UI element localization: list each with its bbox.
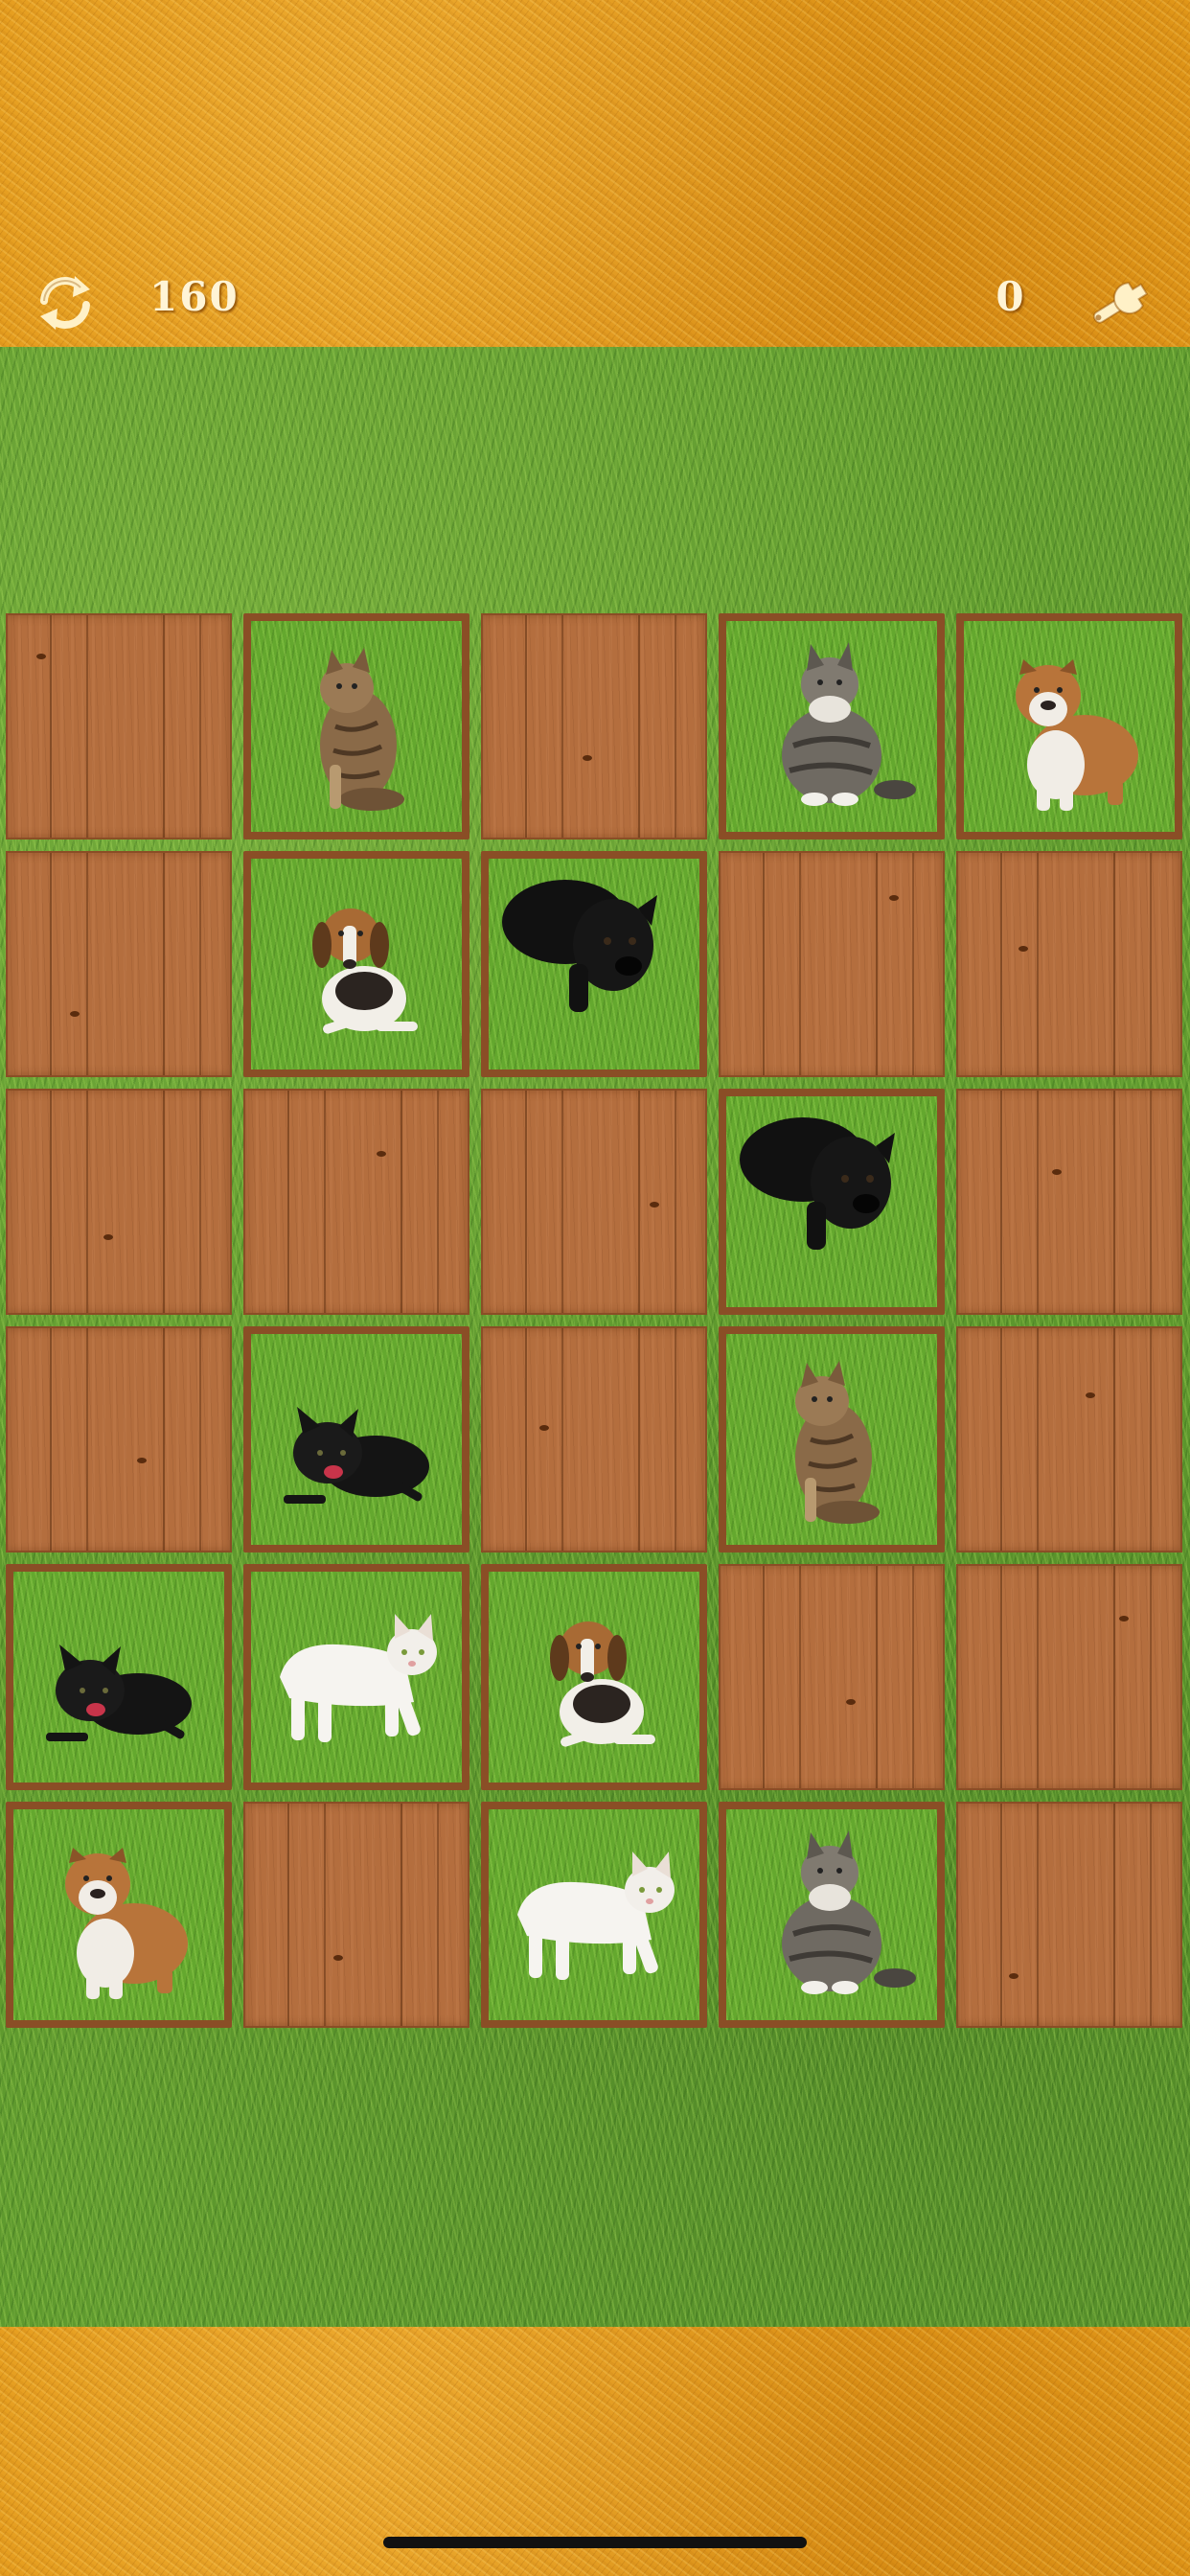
card-face-down[interactable] [956, 1564, 1182, 1790]
card-beagle-puppy[interactable] [481, 1564, 707, 1790]
wood-knot [1018, 946, 1028, 952]
wood-knot [36, 654, 46, 659]
card-face-down[interactable] [956, 1089, 1182, 1315]
wood-knot [1086, 1392, 1095, 1398]
card-maine-coon-cat[interactable] [719, 1802, 945, 2028]
black-kitten-icon [13, 1572, 224, 1782]
white-cat-icon [251, 1572, 462, 1782]
card-beagle-puppy[interactable] [243, 851, 469, 1077]
card-face-down[interactable] [6, 1089, 232, 1315]
card-face-down[interactable] [6, 613, 232, 840]
card-face-down[interactable] [956, 851, 1182, 1077]
card-black-labrador[interactable] [719, 1089, 945, 1315]
bulldog-icon [964, 621, 1175, 832]
game-screen: 160 0 [0, 0, 1190, 2576]
white-cat-icon [489, 1809, 699, 2020]
beagle-puppy-icon [251, 859, 462, 1070]
card-face-down[interactable] [243, 1802, 469, 2028]
card-face-down[interactable] [719, 851, 945, 1077]
card-board [0, 613, 1190, 2032]
wood-knot [650, 1202, 659, 1208]
card-face-down[interactable] [719, 1564, 945, 1790]
moves-counter: 0 [995, 273, 1026, 320]
card-maine-coon-cat[interactable] [719, 613, 945, 840]
wood-knot [889, 895, 899, 901]
wood-knot [1052, 1169, 1062, 1175]
top-hud-bar: 160 0 [0, 0, 1190, 347]
card-black-labrador[interactable] [481, 851, 707, 1077]
card-face-down[interactable] [481, 1326, 707, 1552]
maine-coon-cat-icon [726, 1809, 937, 2020]
maine-coon-cat-icon [726, 621, 937, 832]
score-counter: 160 [149, 273, 240, 320]
home-indicator [383, 2537, 807, 2548]
card-face-down[interactable] [481, 1089, 707, 1315]
card-face-down[interactable] [956, 1326, 1182, 1552]
wood-knot [137, 1458, 147, 1463]
wood-knot [70, 1011, 80, 1017]
card-bulldog[interactable] [6, 1802, 232, 2028]
beagle-puppy-icon [489, 1572, 699, 1782]
card-face-down[interactable] [956, 1802, 1182, 2028]
card-tabby-cat[interactable] [719, 1326, 945, 1552]
bulldog-icon [13, 1809, 224, 2020]
card-black-kitten[interactable] [243, 1326, 469, 1552]
wood-knot [103, 1234, 113, 1240]
card-white-cat[interactable] [481, 1802, 707, 2028]
black-labrador-icon [489, 859, 699, 1070]
wood-knot [583, 755, 592, 761]
card-face-down[interactable] [6, 851, 232, 1077]
wood-knot [1009, 1973, 1018, 1979]
black-labrador-icon [726, 1096, 937, 1307]
tabby-cat-icon [726, 1334, 937, 1545]
wood-knot [539, 1425, 549, 1431]
refresh-icon[interactable] [31, 268, 100, 337]
card-tabby-cat[interactable] [243, 613, 469, 840]
card-face-down[interactable] [243, 1089, 469, 1315]
black-kitten-icon [251, 1334, 462, 1545]
wrench-icon[interactable] [1079, 268, 1149, 337]
card-face-down[interactable] [481, 613, 707, 840]
card-white-cat[interactable] [243, 1564, 469, 1790]
wood-knot [1119, 1616, 1129, 1622]
wood-knot [377, 1151, 386, 1157]
wood-knot [846, 1699, 856, 1705]
card-black-kitten[interactable] [6, 1564, 232, 1790]
card-face-down[interactable] [6, 1326, 232, 1552]
wood-knot [333, 1955, 343, 1961]
card-bulldog[interactable] [956, 613, 1182, 840]
tabby-cat-icon [251, 621, 462, 832]
